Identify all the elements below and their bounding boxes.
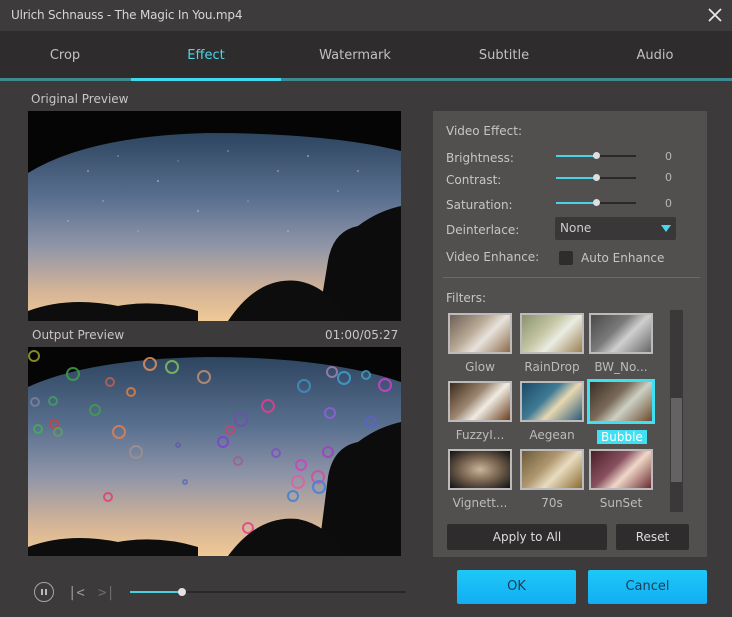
divider bbox=[443, 277, 700, 278]
filter-aegean[interactable]: Aegean bbox=[520, 381, 584, 442]
auto-enhance-checkbox[interactable] bbox=[559, 251, 573, 265]
brightness-slider[interactable] bbox=[556, 152, 636, 159]
title-bar: Ulrich Schnauss - The Magic In You.mp4 bbox=[0, 0, 732, 31]
slider-fill bbox=[556, 155, 596, 157]
reset-button[interactable]: Reset bbox=[616, 524, 689, 550]
contrast-label: Contrast: bbox=[446, 173, 502, 187]
filter-label: BW_No... bbox=[594, 360, 648, 374]
original-preview-label: Original Preview bbox=[31, 92, 129, 106]
filter-vignette[interactable]: Vignett... bbox=[448, 449, 512, 510]
filter-grid: Glow RainDrop BW_No... FuzzyI... Aegean … bbox=[448, 313, 658, 511]
apply-to-all-button[interactable]: Apply to All bbox=[447, 524, 607, 550]
output-preview bbox=[28, 347, 401, 556]
brightness-value: 0 bbox=[665, 150, 672, 163]
original-preview bbox=[28, 111, 401, 321]
contrast-slider[interactable] bbox=[556, 174, 636, 181]
filter-label: SunSet bbox=[599, 496, 643, 510]
video-effect-heading: Video Effect: bbox=[446, 124, 523, 138]
filter-label: 70s bbox=[541, 496, 563, 510]
ok-button[interactable]: OK bbox=[457, 570, 576, 604]
filters-heading: Filters: bbox=[446, 291, 487, 305]
filter-thumbnail bbox=[520, 381, 584, 422]
filter-label: Glow bbox=[465, 360, 495, 374]
scrollbar-thumb[interactable] bbox=[671, 398, 682, 482]
skip-next-icon[interactable]: >| bbox=[98, 585, 115, 601]
filter-thumbnail bbox=[589, 449, 653, 490]
filter-thumbnail bbox=[589, 313, 653, 354]
cancel-button[interactable]: Cancel bbox=[588, 570, 707, 604]
slider-fill bbox=[556, 177, 596, 179]
filter-label: Aegean bbox=[529, 428, 575, 442]
filter-thumbnail bbox=[448, 313, 512, 354]
time-readout: 01:00/05:27 bbox=[325, 328, 399, 342]
tab-audio[interactable]: Audio bbox=[580, 31, 730, 81]
deinterlace-value: None bbox=[560, 221, 592, 235]
filter-scrollbar[interactable] bbox=[670, 310, 683, 512]
filter-bw-noise[interactable]: BW_No... bbox=[589, 313, 653, 374]
filter-glow[interactable]: Glow bbox=[448, 313, 512, 374]
filter-thumbnail bbox=[448, 449, 512, 490]
window-title: Ulrich Schnauss - The Magic In You.mp4 bbox=[11, 8, 243, 22]
pause-icon[interactable] bbox=[34, 582, 54, 602]
deinterlace-label: Deinterlace: bbox=[446, 223, 520, 237]
tab-effect[interactable]: Effect bbox=[131, 31, 281, 81]
tab-bar: Crop Effect Watermark Subtitle Audio bbox=[0, 31, 732, 81]
filter-fuzzy[interactable]: FuzzyI... bbox=[448, 381, 512, 442]
filter-label: FuzzyI... bbox=[455, 428, 505, 442]
saturation-value: 0 bbox=[665, 197, 672, 210]
filter-bubble[interactable]: Bubble bbox=[587, 379, 655, 445]
tab-subtitle[interactable]: Subtitle bbox=[429, 31, 579, 81]
filter-thumbnail bbox=[587, 379, 655, 424]
progress-fill bbox=[130, 591, 183, 593]
slider-thumb[interactable] bbox=[593, 152, 600, 159]
filter-sunset[interactable]: SunSet bbox=[589, 449, 653, 510]
filter-thumbnail bbox=[520, 449, 584, 490]
close-icon[interactable] bbox=[706, 6, 724, 24]
playback-progress[interactable] bbox=[130, 588, 406, 596]
tab-watermark[interactable]: Watermark bbox=[280, 31, 430, 81]
skip-previous-icon[interactable]: |< bbox=[68, 585, 85, 601]
filter-label: Bubble bbox=[597, 430, 647, 444]
contrast-value: 0 bbox=[665, 171, 672, 184]
brightness-label: Brightness: bbox=[446, 151, 514, 165]
filter-label: RainDrop bbox=[524, 360, 580, 374]
video-enhance-label: Video Enhance: bbox=[446, 250, 540, 264]
filter-70s[interactable]: 70s bbox=[520, 449, 584, 510]
filter-thumbnail bbox=[448, 381, 512, 422]
tab-crop[interactable]: Crop bbox=[0, 31, 140, 81]
slider-fill bbox=[556, 202, 596, 204]
dropdown-arrow-icon bbox=[661, 225, 671, 232]
slider-thumb[interactable] bbox=[593, 199, 600, 206]
auto-enhance-label[interactable]: Auto Enhance bbox=[581, 251, 664, 265]
slider-thumb[interactable] bbox=[593, 174, 600, 181]
effect-panel: Video Effect: Brightness: 0 Contrast: 0 … bbox=[433, 111, 707, 557]
filter-thumbnail bbox=[520, 313, 584, 354]
deinterlace-select[interactable]: None bbox=[555, 217, 676, 240]
saturation-slider[interactable] bbox=[556, 199, 636, 206]
filter-label: Vignett... bbox=[452, 496, 508, 510]
saturation-label: Saturation: bbox=[446, 198, 513, 212]
filter-raindrop[interactable]: RainDrop bbox=[520, 313, 584, 374]
output-preview-label: Output Preview bbox=[32, 328, 125, 342]
